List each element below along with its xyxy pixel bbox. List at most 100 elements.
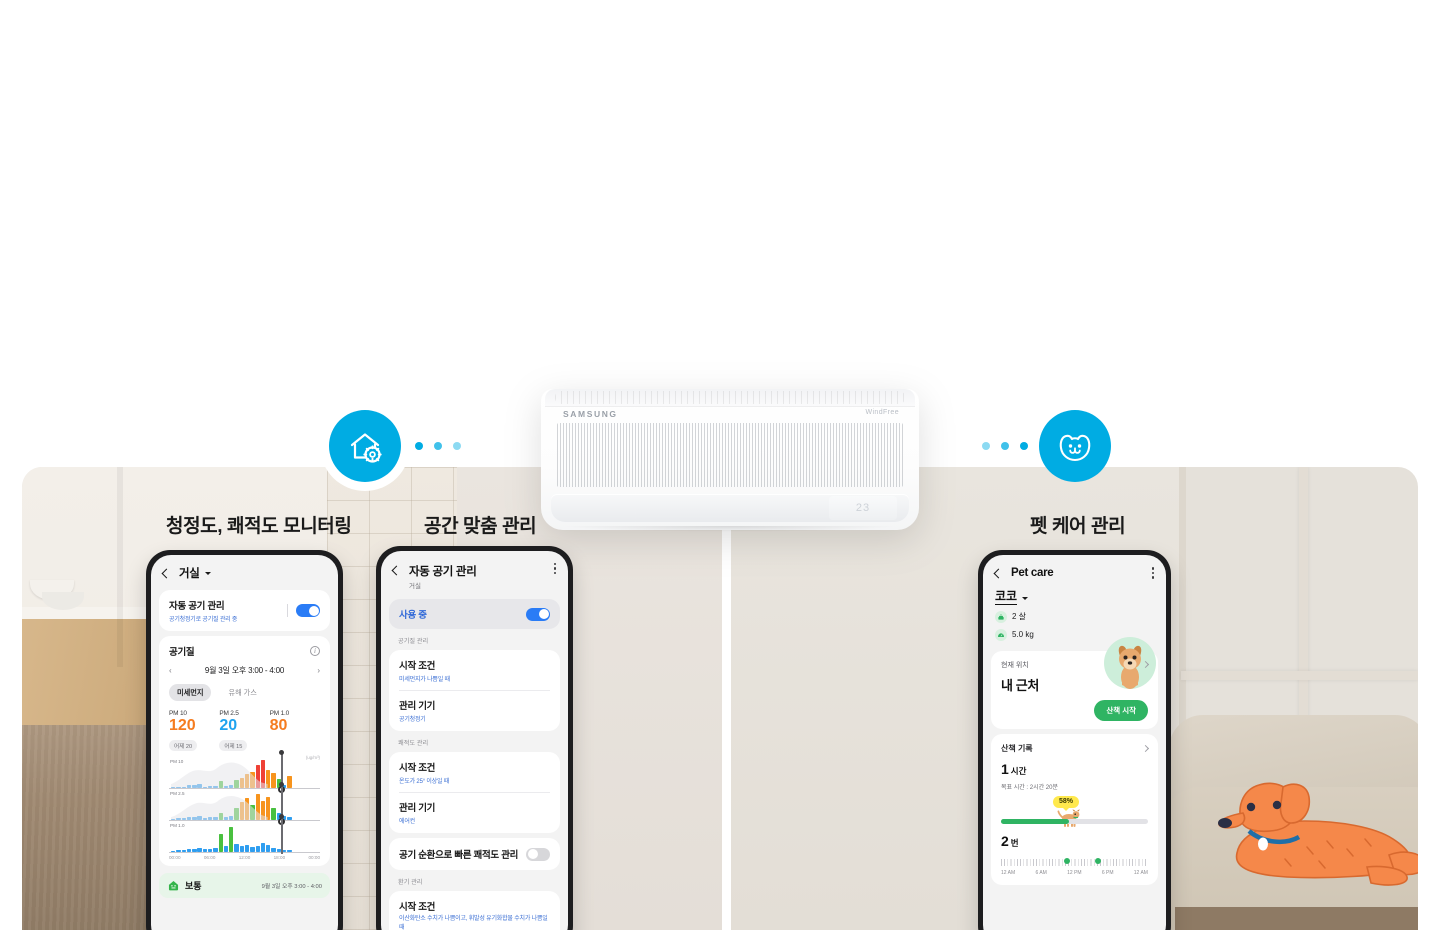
chevron-down-icon[interactable] [1022,596,1029,600]
chevron-down-icon[interactable] [204,571,211,575]
chart-bar [171,850,176,852]
chart-bar [271,772,276,788]
setting-managed-device[interactable]: 관리 기기 공기청정기 [399,698,550,723]
time-tick: 12 PM [1067,869,1082,876]
auto-air-title: 자동 공기 관리 [169,601,225,612]
dog-illustration [1218,782,1418,886]
chart-x-axis: 00:00 06:00 12:00 18:00 00:00 [169,855,320,860]
chart-bar [287,776,292,788]
phone2-subtitle: 거실 [409,583,421,590]
enabled-row[interactable]: 사용 중 [389,599,560,629]
air-quality-card: 공기질 i ‹ 9월 3일 오후 3:00 - 4:00 › 미세먼지 유해 가… [159,636,330,866]
phone1-header: 거실 [151,555,338,585]
walk-time-axis: 12 AM 6 AM 12 PM 6 PM 12 AM [1001,870,1148,876]
more-vertical-icon[interactable] [553,563,556,575]
chart-bar [244,845,250,852]
setting-title: 관리 기기 [399,701,436,712]
heading-pet-care: 펫 케어 관리 [1030,516,1126,537]
chart-pm1: PM 1.0 [169,813,320,854]
air-quality-chart[interactable]: (ug/m³) PM 10 PM 2.5 PM 1.0 00:00 06:00 … [169,749,320,860]
home-gear-badge [329,410,401,482]
chart-bar [250,846,255,852]
setting-value: 이산화탄소 수치가 나쁨이고, 휘발성 유기화합물 수치가 나쁨일 때 [399,916,548,930]
chart-bar [271,847,276,852]
dog-face-icon [1059,434,1091,462]
walk-percent-bubble: 58% [1053,795,1080,811]
setting-title: 관리 기기 [399,803,436,814]
setting-start-condition[interactable]: 시작 조건 미세먼지가 나쁨일 때 [399,658,550,683]
chart-bar [202,848,208,852]
pm10-metric: PM 10 120 어제 20 [169,710,219,753]
phone-auto-air-settings: 자동 공기 관리 거실 사용 중 공기질 관리 시작 조건 미세먼지가 나쁨일 … [376,546,573,930]
circulation-label: 공기 순환으로 빠른 쾌적도 관리 [399,850,519,861]
back-chevron-icon[interactable] [391,565,402,576]
chart-bar [260,843,266,852]
chart-bar [229,826,234,852]
connector-dots-left [415,442,461,450]
comfort-settings-card: 시작 조건 온도가 25° 이상일 때 관리 기기 에어컨 [389,752,560,833]
enabled-toggle[interactable] [526,607,550,621]
chart-cursor[interactable] [279,813,285,854]
haze-area [171,762,268,788]
circulation-toggle[interactable] [526,847,550,861]
pet-weight: 5.0 kg [1012,630,1034,640]
walk-goal: 목표 시간 : 2시간 20분 [1001,784,1058,791]
chevron-right-icon[interactable] [1141,744,1150,752]
status-time: 9월 3일 오후 3:00 - 4:00 [261,883,322,890]
chart-bar [186,848,192,852]
chart-bar [213,847,218,852]
ac-display: 23 [829,496,897,520]
start-walk-button[interactable]: 산책 시작 [1094,699,1148,721]
section-label-air-quality: 공기질 관리 [398,638,429,645]
phone3-header: Pet care [983,555,1166,583]
chart-bar [276,848,282,852]
pm25-value: 20 [219,717,238,734]
section-label-ventilation: 환기 관리 [398,879,423,886]
back-chevron-icon[interactable] [161,568,172,578]
enabled-label: 사용 중 [399,610,427,621]
chart-bar [287,849,292,852]
auto-air-management-card[interactable]: 자동 공기 관리 공기청정기로 공기질 관리 중 [159,590,330,631]
walk-progress-bar [1001,818,1148,824]
auto-air-toggle[interactable] [296,604,320,617]
setting-start-condition[interactable]: 시작 조건 온도가 25° 이상일 때 [399,760,550,785]
x-tick: 06:00 [203,854,216,860]
phone2-screen: 자동 공기 관리 거실 사용 중 공기질 관리 시작 조건 미세먼지가 나쁨일 … [381,551,568,930]
chart-bar [255,846,260,852]
pollutant-tabs: 미세먼지 유해 가스 [169,684,320,701]
phone-air-quality-monitor: 거실 자동 공기 관리 공기청정기로 공기질 관리 중 공기질 i ‹ 9월 3… [146,550,343,930]
phone2-title: 자동 공기 관리 [409,566,477,578]
walk-record-card[interactable]: 산책 기록 1 시간 목표 시간 : 2시간 20분 58% 2 번 12 AM… [991,733,1158,885]
time-tick: 6 PM [1101,869,1114,876]
location-title: 현재 위치 [1001,661,1029,669]
phone2-header: 자동 공기 관리 거실 [381,551,568,594]
connector-dots-right [982,442,1028,450]
x-tick: 00:00 [308,854,321,860]
setting-start-condition[interactable]: 시작 조건 이산화탄소 수치가 나쁨이고, 휘발성 유기화합물 수치가 나쁨일 … [399,899,550,930]
setting-value: 에어컨 [399,819,415,825]
heading-monitoring: 청정도, 쾌적도 모니터링 [166,516,352,537]
back-chevron-icon[interactable] [993,568,1004,578]
info-icon[interactable]: i [310,646,320,656]
tab-harmful-gas[interactable]: 유해 가스 [220,684,264,701]
chart-bar [218,834,223,852]
more-vertical-icon[interactable] [1151,567,1154,579]
pm25-metric: PM 2.5 20 어제 15 [219,710,269,753]
phone3-screen: Pet care 코코 2 살 5.0 kg 현재 위치 내 근처 산책 시작 … [983,555,1166,930]
setting-value: 미세먼지가 나쁨일 때 [399,677,450,683]
section-label-comfort: 쾌적도 관리 [398,740,429,747]
tab-fine-dust[interactable]: 미세먼지 [169,684,212,701]
air-quality-title: 공기질 [169,647,195,658]
chevron-right-icon[interactable]: › [317,666,320,675]
air-circulation-card[interactable]: 공기 순환으로 빠른 쾌적도 관리 [389,838,560,870]
setting-managed-device[interactable]: 관리 기기 에어컨 [399,800,550,825]
pm-metrics: PM 10 120 어제 20 PM 2.5 20 어제 15 PM 1.0 8… [169,710,320,753]
pet-name[interactable]: 코코 [995,589,1018,605]
walk-count-value: 2 [1001,832,1009,849]
chevron-left-icon[interactable]: ‹ [169,666,172,675]
interior-kitchen-background [22,467,722,930]
chart-series-label: PM 1.0 [170,822,185,828]
status-label: 보통 [185,880,202,891]
chart-bar [223,846,229,852]
x-tick: 00:00 [169,854,181,860]
